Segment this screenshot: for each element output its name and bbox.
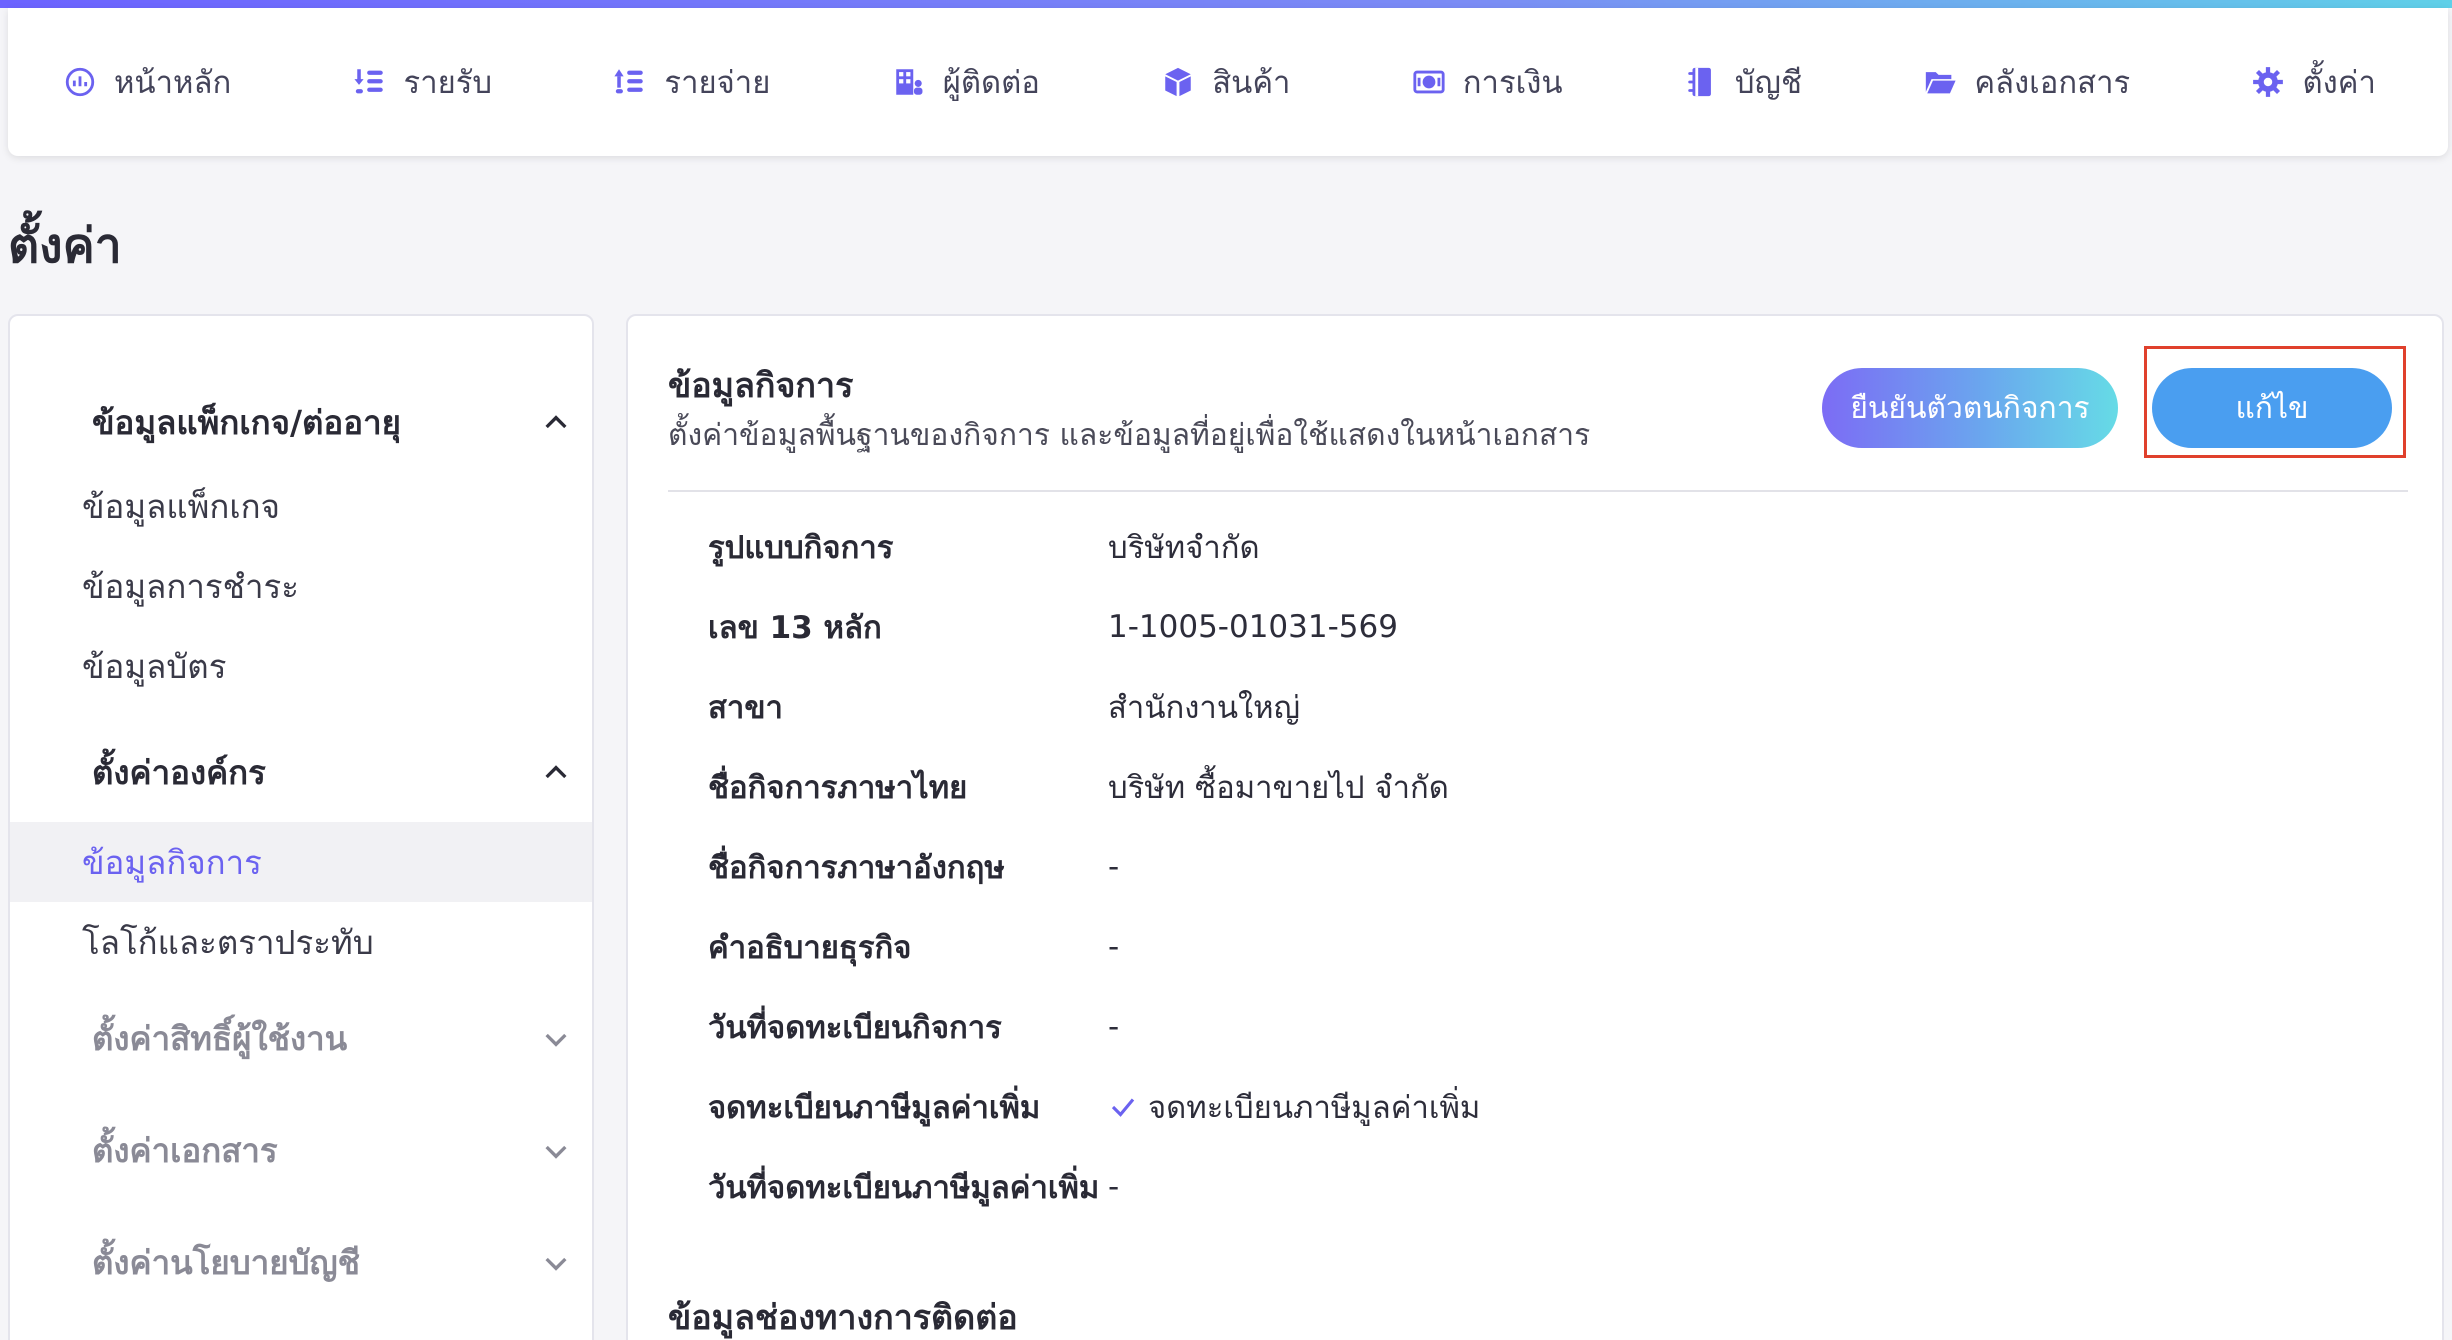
chevron-down-icon [545, 1257, 567, 1271]
business-info-panel: ข้อมูลกิจการ ตั้งค่าข้อมูลพื้นฐานของกิจก… [626, 314, 2444, 1340]
dashboard-icon [62, 64, 98, 100]
row-label: รูปแบบกิจการ [708, 530, 894, 566]
money-icon [1411, 64, 1447, 100]
nav-label: รายจ่าย [664, 65, 771, 101]
sidebar-group-label: ตั้งค่าเอกสาร [92, 1131, 278, 1170]
info-row: รูปแบบกิจการ บริษัทจำกัด [708, 522, 1260, 572]
sidebar-group-package[interactable]: ข้อมูลแพ็กเกจ/ต่ออายุ [92, 396, 572, 449]
row-value: 1-1005-01031-569 [1108, 609, 1398, 645]
chevron-down-icon [545, 1033, 567, 1047]
info-row: จดทะเบียนภาษีมูลค่าเพิ่ม จดทะเบียนภาษีมู… [708, 1082, 1480, 1132]
row-value: - [1108, 1169, 1120, 1205]
nav-item-expense[interactable]: รายจ่าย [612, 57, 770, 107]
page-title: ตั้งค่า [8, 218, 122, 274]
folder-icon [1922, 64, 1958, 100]
info-row: คำอธิบายธุรกิจ - [708, 922, 1119, 972]
row-value-with-check: จดทะเบียนภาษีมูลค่าเพิ่ม [1108, 1082, 1480, 1132]
gear-icon [2250, 64, 2286, 100]
top-navigation: หน้าหลัก รายรับ รายจ่าย ผู้ติดต่อ สินค้า… [8, 8, 2448, 156]
nav-label: บัญชี [1734, 65, 1802, 101]
nav-item-contacts[interactable]: ผู้ติดต่อ [891, 57, 1040, 107]
nav-item-accounting[interactable]: บัญชี [1683, 57, 1802, 107]
chevron-up-icon [545, 414, 567, 428]
info-row: ชื่อกิจการภาษาอังกฤษ - [708, 842, 1119, 892]
sidebar-item-card-info[interactable]: ข้อมูลบัตร [10, 626, 592, 706]
info-row: ชื่อกิจการภาษาไทย บริษัท ซื้อมาขายไป จำก… [708, 762, 1449, 812]
contacts-icon [891, 64, 927, 100]
edit-button[interactable]: แก้ไข [2152, 368, 2392, 448]
row-value: สำนักงานใหญ่ [1108, 690, 1301, 726]
check-icon [1111, 1098, 1135, 1117]
row-label: จดทะเบียนภาษีมูลค่าเพิ่ม [708, 1090, 1041, 1126]
section-title: ข้อมูลกิจการ [668, 366, 854, 406]
nav-item-documents[interactable]: คลังเอกสาร [1922, 57, 2130, 107]
nav-item-settings[interactable]: ตั้งค่า [2250, 57, 2376, 107]
nav-label: ผู้ติดต่อ [942, 65, 1040, 101]
nav-label: การเงิน [1462, 65, 1563, 101]
sidebar-item-business-info[interactable]: ข้อมูลกิจการ [10, 822, 592, 902]
row-label: สาขา [708, 690, 783, 726]
top-accent-bar [0, 0, 2452, 8]
info-row: วันที่จดทะเบียนภาษีมูลค่าเพิ่ม - [708, 1162, 1119, 1212]
income-icon [352, 64, 388, 100]
expense-icon [612, 64, 648, 100]
row-value: - [1108, 1009, 1120, 1045]
row-value: บริษัทจำกัด [1108, 530, 1260, 566]
sidebar-group-label: ตั้งค่านโยบายบัญชี [92, 1243, 361, 1282]
nav-item-products[interactable]: สินค้า [1160, 57, 1290, 107]
sidebar-item-payment-info[interactable]: ข้อมูลการชำระ [10, 546, 592, 626]
info-row: เลข 13 หลัก 1-1005-01031-569 [708, 602, 1398, 652]
sidebar-group-documents[interactable]: ตั้งค่าเอกสาร [92, 1124, 572, 1177]
row-label: คำอธิบายธุรกิจ [708, 930, 912, 966]
row-label: ชื่อกิจการภาษาอังกฤษ [708, 850, 1005, 886]
row-label: วันที่จดทะเบียนภาษีมูลค่าเพิ่ม [708, 1170, 1100, 1206]
nav-item-home[interactable]: หน้าหลัก [62, 57, 231, 107]
chevron-down-icon [545, 1145, 567, 1159]
sidebar-group-accounting-policy[interactable]: ตั้งค่านโยบายบัญชี [92, 1236, 572, 1289]
divider [668, 490, 2408, 492]
row-value: บริษัท ซื้อมาขายไป จำกัด [1108, 770, 1449, 806]
sidebar-group-org[interactable]: ตั้งค่าองค์กร [92, 746, 572, 799]
info-row: วันที่จดทะเบียนกิจการ - [708, 1002, 1119, 1052]
row-value: จดทะเบียนภาษีมูลค่าเพิ่ม [1148, 1090, 1481, 1126]
settings-sidebar: ข้อมูลแพ็กเกจ/ต่ออายุ ข้อมูลแพ็กเกจ ข้อม… [8, 314, 594, 1340]
sidebar-group-label: ข้อมูลแพ็กเกจ/ต่ออายุ [92, 403, 401, 442]
sidebar-group-label: ตั้งค่าองค์กร [92, 753, 266, 792]
nav-label: คลังเอกสาร [1974, 65, 2131, 101]
nav-label: รายรับ [403, 65, 493, 101]
nav-label: สินค้า [1212, 65, 1291, 101]
nav-item-income[interactable]: รายรับ [352, 57, 493, 107]
sidebar-group-permissions[interactable]: ตั้งค่าสิทธิ์ผู้ใช้งาน [92, 1012, 572, 1065]
chevron-up-icon [545, 764, 567, 778]
sidebar-item-package-info[interactable]: ข้อมูลแพ็กเกจ [10, 466, 592, 546]
verify-business-button[interactable]: ยืนยันตัวตนกิจการ [1822, 368, 2118, 448]
sidebar-item-logo-stamp[interactable]: โลโก้และตราประทับ [10, 902, 592, 982]
section-description: ตั้งค่าข้อมูลพื้นฐานของกิจการ และข้อมูลท… [668, 418, 1591, 453]
nav-item-finance[interactable]: การเงิน [1411, 57, 1563, 107]
row-label: เลข 13 หลัก [708, 610, 882, 646]
row-label: วันที่จดทะเบียนกิจการ [708, 1010, 1002, 1046]
nav-label: ตั้งค่า [2302, 65, 2376, 101]
info-row: สาขา สำนักงานใหญ่ [708, 682, 1300, 732]
sidebar-group-label: ตั้งค่าสิทธิ์ผู้ใช้งาน [92, 1019, 348, 1058]
product-box-icon [1160, 64, 1196, 100]
row-value: - [1108, 929, 1120, 965]
nav-label: หน้าหลัก [114, 65, 232, 101]
row-value: - [1108, 849, 1120, 885]
row-label: ชื่อกิจการภาษาไทย [708, 770, 968, 806]
ledger-book-icon [1683, 64, 1719, 100]
contact-section-title: ข้อมูลช่องทางการติดต่อ [668, 1298, 1018, 1338]
